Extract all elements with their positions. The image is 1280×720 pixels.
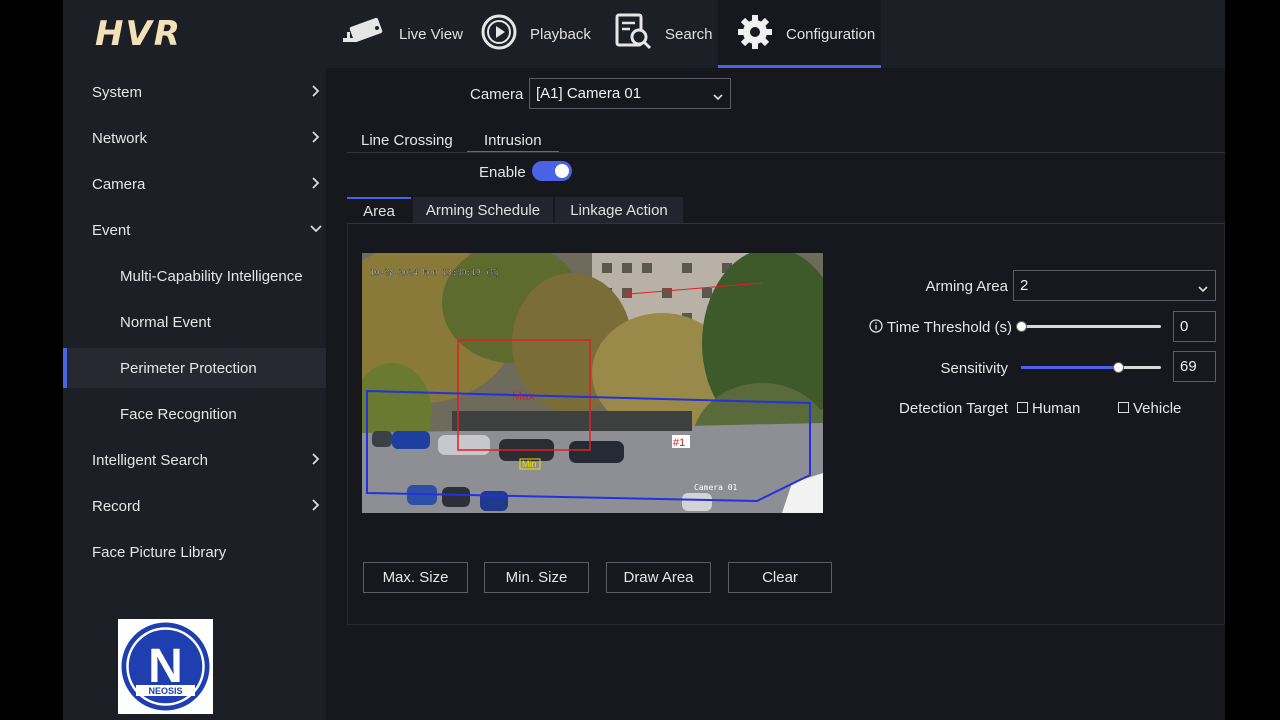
human-label: Human (1032, 400, 1081, 417)
enable-label: Enable (479, 164, 526, 181)
arming-area-label: Arming Area (925, 278, 1008, 295)
app-window: HVR Live View Playback Search Configurat… (63, 0, 1225, 720)
tab-divider (347, 152, 1225, 153)
chevron-down-icon (712, 89, 724, 106)
sidebar-item-label: Intelligent Search (92, 451, 208, 469)
min-size-button[interactable]: Min. Size (484, 562, 589, 593)
subtab-area[interactable]: Area (347, 197, 411, 224)
sidebar-item-perimeter-protection[interactable]: Perimeter Protection (63, 348, 326, 388)
hvr-logo: HVR (95, 14, 182, 54)
chevron-down-icon (309, 222, 323, 240)
chevron-right-icon (310, 498, 320, 516)
slider-handle[interactable] (1112, 362, 1124, 373)
vehicle-label: Vehicle (1133, 400, 1182, 417)
search-icon (615, 13, 665, 55)
sidebar-item-intelligent-search[interactable]: Intelligent Search (63, 437, 326, 483)
sidebar-item-camera[interactable]: Camera (63, 161, 326, 207)
chevron-right-icon (310, 176, 320, 194)
sidebar-item-event[interactable]: Event (63, 207, 326, 253)
nav-label: Playback (530, 25, 591, 43)
nav-label: Configuration (786, 25, 876, 43)
max-size-button[interactable]: Max. Size (363, 562, 468, 593)
sidebar-item-record[interactable]: Record (63, 483, 326, 529)
sidebar-item-label: Event (92, 221, 131, 239)
sidebar-item-face-recognition[interactable]: Face Recognition (63, 391, 326, 437)
slider-fill (1021, 366, 1118, 369)
sidebar-item-system[interactable]: System (63, 69, 326, 115)
time-threshold-input[interactable]: 0 (1173, 311, 1216, 342)
draw-area-button[interactable]: Draw Area (606, 562, 711, 593)
osd-camera-name: Camera 01 (694, 483, 738, 492)
osd-timestamp: 10-28-2024 Mon 13:30:19 (M) (370, 268, 500, 277)
tab-line-crossing[interactable]: Line Crossing (361, 132, 453, 149)
chevron-down-icon (1197, 281, 1209, 298)
nav-label: Live View (399, 25, 463, 43)
subtab-linkage-action[interactable]: Linkage Action (555, 197, 683, 224)
chevron-right-icon (310, 84, 320, 102)
camera-select-value: [A1] Camera 01 (536, 85, 642, 102)
human-checkbox[interactable] (1017, 402, 1028, 413)
subtab-arming-schedule[interactable]: Arming Schedule (413, 197, 553, 224)
sidebar-item-face-picture-library[interactable]: Face Picture Library (63, 529, 326, 575)
nav-playback[interactable]: Playback (480, 0, 591, 68)
camera-preview[interactable]: 10-28-2024 Mon 13:30:19 (M) Camera 01 Ma… (362, 253, 823, 513)
zone-label: #1 (673, 437, 685, 449)
camera-icon (341, 14, 399, 54)
sidebar-item-label: Perimeter Protection (120, 359, 257, 377)
sidebar: System Network Camera Event Multi-Capabi… (63, 68, 326, 720)
enable-toggle[interactable] (532, 161, 572, 181)
info-icon[interactable] (869, 319, 883, 333)
arming-area-select[interactable]: 2 (1013, 270, 1216, 301)
sidebar-item-multi-capability-intelligence[interactable]: Multi-Capability Intelligence (63, 253, 326, 299)
sidebar-item-normal-event[interactable]: Normal Event (63, 299, 326, 345)
sensitivity-slider[interactable] (1021, 362, 1161, 373)
gear-icon (736, 13, 786, 55)
arming-area-value: 2 (1020, 277, 1029, 294)
min-size-label: Min (522, 459, 537, 469)
sidebar-item-label: Camera (92, 175, 146, 193)
chevron-right-icon (310, 130, 320, 148)
time-threshold-slider[interactable] (1016, 321, 1161, 332)
sidebar-item-label: Network (92, 129, 148, 147)
tab-intrusion[interactable]: Intrusion (484, 132, 542, 149)
sidebar-item-label: Multi-Capability Intelligence (120, 267, 303, 285)
clear-button[interactable]: Clear (728, 562, 832, 593)
nav-live-view[interactable]: Live View (341, 0, 463, 68)
slider-handle[interactable] (1016, 321, 1027, 332)
sidebar-item-label: Face Picture Library (92, 543, 227, 561)
chevron-right-icon (310, 452, 320, 470)
camera-label: Camera (470, 86, 524, 103)
logo-text: NEOSIS (148, 686, 182, 696)
playback-icon (480, 13, 530, 55)
sidebar-item-label: Face Recognition (120, 405, 237, 423)
sidebar-item-label: Normal Event (120, 313, 211, 331)
nav-label: Search (665, 25, 713, 43)
sensitivity-label: Sensitivity (940, 360, 1008, 377)
sidebar-item-label: Record (92, 497, 141, 515)
sidebar-item-network[interactable]: Network (63, 115, 326, 161)
vehicle-checkbox[interactable] (1118, 402, 1129, 413)
top-navigation-bar: HVR Live View Playback Search Configurat… (63, 0, 1225, 68)
nav-search[interactable]: Search (615, 0, 713, 68)
camera-select[interactable]: [A1] Camera 01 (529, 78, 731, 109)
sidebar-item-label: System (92, 83, 143, 101)
sensitivity-input[interactable]: 69 (1173, 351, 1216, 382)
active-nav-indicator (718, 65, 881, 68)
neosis-logo: N NEOSIS (118, 619, 213, 714)
detection-target-label: Detection Target (899, 400, 1008, 417)
time-threshold-label: Time Threshold (s) (887, 319, 1013, 336)
nav-configuration[interactable]: Configuration (718, 0, 881, 68)
